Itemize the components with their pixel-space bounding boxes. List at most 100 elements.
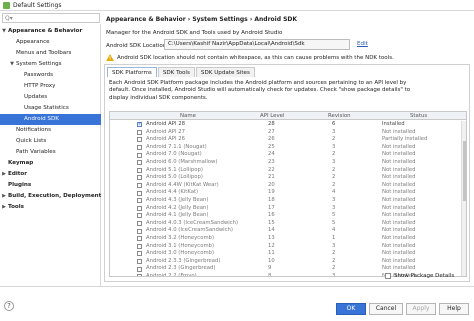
sidebar-item[interactable]: Quick Lists <box>0 136 101 147</box>
sidebar-item[interactable]: Keymap <box>0 158 101 169</box>
row-revision: 2 <box>332 257 336 264</box>
row-name: Android 6.0 (Marshmallow) <box>146 158 218 165</box>
row-checkbox[interactable] <box>137 167 142 173</box>
table-header: Name API Level Revision Status <box>110 112 466 120</box>
sidebar-item-label: Appearance <box>16 39 50 45</box>
sidebar-item[interactable]: Path Variables <box>0 147 101 158</box>
row-checkbox[interactable] <box>137 198 142 204</box>
sidebar-item[interactable]: Plugins <box>0 180 101 191</box>
row-checkbox[interactable] <box>137 137 142 143</box>
sidebar-item[interactable]: Menus and Toolbars <box>0 48 101 59</box>
table-row[interactable]: Android 4.1 (Jelly Bean) 16 5 Not installed <box>110 212 466 220</box>
ok-button[interactable]: OK <box>336 303 366 315</box>
sidebar-item-label: Menus and Toolbars <box>16 50 72 56</box>
row-checkbox[interactable] <box>137 183 142 189</box>
column-header-api[interactable]: API Level <box>260 112 284 120</box>
table-row[interactable]: Android API 27 27 3 Not installed <box>110 129 466 137</box>
column-header-name[interactable]: Name <box>180 112 196 120</box>
row-checkbox[interactable] <box>137 243 142 249</box>
tab-sdk-platforms[interactable]: SDK Platforms <box>107 67 157 77</box>
row-checkbox[interactable] <box>137 221 142 227</box>
table-row[interactable]: Android 2.3 (Gingerbread) 9 2 Not installed <box>110 265 466 273</box>
table-row[interactable]: Android 4.4W (KitKat Wear) 20 2 Not install… <box>110 181 466 190</box>
row-checkbox[interactable] <box>137 251 142 257</box>
table-row[interactable]: Android API 26 26 2 Partially installed <box>110 136 466 144</box>
table-row[interactable]: Android 4.0 (IceCreamSandwich) 14 4 Not ins… <box>110 227 466 235</box>
row-checkbox[interactable] <box>137 228 142 234</box>
row-status: Not installed <box>382 151 416 158</box>
table-row[interactable]: Android 7.1.1 (Nougat) 25 3 Not installed <box>110 144 466 152</box>
sidebar-item[interactable]: Appearance <box>0 37 101 48</box>
sidebar-item-label: Passwords <box>24 72 54 78</box>
tab-sdk-tools[interactable]: SDK Tools <box>157 67 195 77</box>
table-row[interactable]: Android 3.2 (Honeycomb) 13 1 Not installed <box>110 235 466 243</box>
row-checkbox[interactable] <box>137 258 142 264</box>
row-status: Not installed <box>382 174 416 181</box>
table-row[interactable]: Android 4.3 (Jelly Bean) 18 3 Not installed <box>110 197 466 205</box>
sidebar-item[interactable]: ▶ Editor <box>0 169 101 180</box>
show-package-details[interactable]: Show Package Details <box>385 273 454 279</box>
sidebar-item[interactable]: ▶ Build, Execution, Deployment <box>0 191 101 202</box>
row-checkbox[interactable] <box>137 236 142 242</box>
table-row[interactable]: Android 4.2 (Jelly Bean) 17 3 Not installed <box>110 204 466 213</box>
sidebar-item[interactable]: ▶ Tools <box>0 202 101 213</box>
chevron-icon[interactable]: ▶ <box>0 191 8 202</box>
apply-button[interactable]: Apply <box>406 303 436 315</box>
sdk-location-label: Android SDK Location: <box>106 43 169 49</box>
scrollbar-thumb[interactable] <box>463 141 466 201</box>
help-icon[interactable]: ? <box>4 301 14 311</box>
help-button[interactable]: Help <box>439 303 469 315</box>
search-icon: Q▾ <box>5 14 13 22</box>
row-checkbox[interactable] <box>137 190 142 196</box>
sidebar-item[interactable]: Updates <box>0 92 101 103</box>
table-row[interactable]: Android 5.1 (Lollipop) 22 2 Not installed <box>110 167 466 175</box>
edit-link[interactable]: Edit <box>357 41 368 47</box>
sidebar-item[interactable]: Usage Statistics <box>0 103 101 114</box>
row-checkbox[interactable] <box>137 160 142 166</box>
sidebar-item[interactable]: Passwords <box>0 70 101 81</box>
chevron-icon[interactable]: ▼ <box>0 26 8 37</box>
sidebar-item[interactable]: Android SDK <box>0 114 101 125</box>
chevron-icon[interactable]: ▶ <box>0 169 8 180</box>
cancel-button[interactable]: Cancel <box>369 303 403 315</box>
info-line: default. Once installed, Android Studio … <box>109 87 411 94</box>
row-checkbox[interactable] <box>137 266 142 272</box>
table-row[interactable]: Android API 28 28 6 Installed <box>110 121 466 129</box>
column-header-revision[interactable]: Revision <box>328 112 351 120</box>
tab-sdk-update-sites[interactable]: SDK Update Sites <box>195 67 255 77</box>
table-row[interactable]: Android 4.0.3 (IceCreamSandwich) 15 5 Not i… <box>110 220 466 228</box>
table-row[interactable]: Android 3.1 (Honeycomb) 12 3 Not installed <box>110 242 466 251</box>
row-checkbox[interactable] <box>137 213 142 219</box>
table-row[interactable]: Android 3.0 (Honeycomb) 11 2 Not installed <box>110 250 466 258</box>
row-revision: 3 <box>332 242 336 249</box>
sidebar-item[interactable]: ▼ System Settings <box>0 59 101 70</box>
sidebar-item[interactable]: ▼ Appearance & Behavior <box>0 26 101 37</box>
show-package-details-checkbox[interactable] <box>385 273 391 279</box>
chevron-icon[interactable]: ▶ <box>0 202 8 213</box>
sdk-tabs: SDK Platforms SDK Tools SDK Update Sites <box>107 67 256 77</box>
chevron-icon[interactable]: ▼ <box>8 59 16 70</box>
row-checkbox[interactable] <box>137 274 142 276</box>
settings-search-input[interactable]: Q▾ <box>2 13 100 23</box>
table-row[interactable]: Android 2.3.3 (Gingerbread) 10 2 Not instal… <box>110 257 466 266</box>
table-row[interactable]: Android 6.0 (Marshmallow) 23 3 Not installe… <box>110 158 466 167</box>
row-checkbox[interactable] <box>137 145 142 151</box>
sidebar-item[interactable]: HTTP Proxy <box>0 81 101 92</box>
row-revision: 2 <box>332 181 336 188</box>
row-checkbox[interactable] <box>137 121 142 129</box>
row-api-level: 11 <box>268 250 275 257</box>
table-scrollbar[interactable] <box>461 121 466 276</box>
row-checkbox[interactable] <box>137 152 142 158</box>
row-api-level: 24 <box>268 151 275 158</box>
window-title: Default Settings <box>13 1 62 9</box>
row-checkbox[interactable] <box>137 175 142 181</box>
row-name: Android 4.2 (Jelly Bean) <box>146 204 209 211</box>
table-row[interactable]: Android 5.0 (Lollipop) 21 2 Not installed <box>110 174 466 182</box>
column-header-status[interactable]: Status <box>410 112 427 120</box>
row-checkbox[interactable] <box>137 205 142 211</box>
table-row[interactable]: Android 4.4 (KitKat) 19 4 Not installed <box>110 189 466 197</box>
table-row[interactable]: Android 7.0 (Nougat) 24 2 Not installed <box>110 151 466 159</box>
sidebar-item[interactable]: Notifications <box>0 125 101 136</box>
row-checkbox[interactable] <box>137 129 142 135</box>
sdk-location-field[interactable]: C:\Users\Kashif Nazir\AppData\Local\Andr… <box>164 39 350 50</box>
